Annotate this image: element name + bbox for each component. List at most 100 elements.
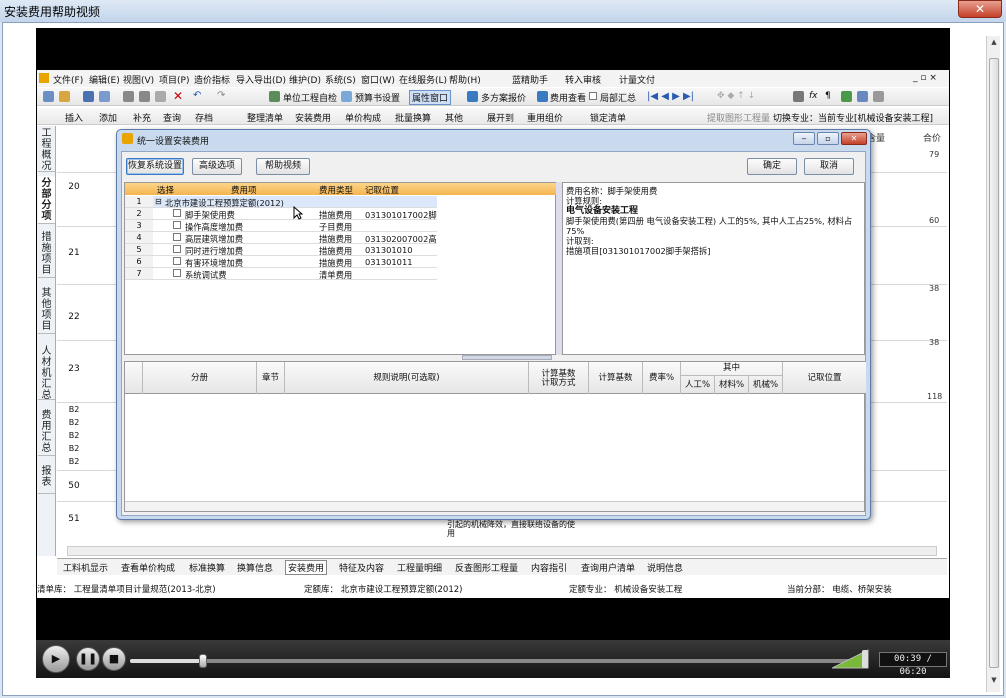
pause-icon[interactable]: ❚❚ [76, 647, 100, 671]
seek-handle[interactable] [199, 654, 207, 668]
side-tab-sections[interactable]: 分部分项 [38, 176, 55, 224]
open-icon[interactable] [59, 91, 70, 102]
tree-row[interactable]: 2 脚手架使用费 措施费用 031301017002脚 [125, 208, 437, 220]
rule-grid-hscrollbar[interactable] [125, 501, 864, 511]
query-button[interactable]: 查询 [163, 111, 181, 124]
row-checkbox[interactable] [173, 209, 181, 217]
tree-row[interactable]: 5 同时进行增加费 措施费用 031301010 [125, 244, 437, 256]
tab-notes[interactable]: 说明信息 [647, 561, 683, 574]
menu-help[interactable]: 帮助(H) [449, 73, 481, 86]
row-checkbox[interactable] [173, 233, 181, 241]
play-icon[interactable]: ▶ [42, 645, 70, 673]
ok-button[interactable]: 确定 [747, 158, 797, 175]
menu-window[interactable]: 窗口(W) [361, 73, 395, 86]
batch-convert-button[interactable]: 批量换算 [395, 111, 431, 124]
side-tab-reports[interactable]: 报表 [38, 464, 55, 494]
menu-view[interactable]: 视图(V) [123, 73, 154, 86]
color-icon[interactable] [841, 91, 852, 102]
tab-content-guide[interactable]: 内容指引 [531, 561, 567, 574]
tree-row[interactable]: 3 操作高度增加费 子目费用 [125, 220, 437, 232]
cancel-button[interactable]: 取消 [804, 158, 854, 175]
grid-hscrollbar[interactable] [67, 546, 937, 556]
side-tab-other-items[interactable]: 其他项目 [38, 286, 55, 334]
add-button[interactable]: 添加 [99, 111, 117, 124]
menu-measure[interactable]: 计量文付 [619, 73, 655, 86]
tree-row[interactable]: 1 ⊟ 北京市建设工程预算定额(2012) [125, 196, 437, 208]
copy-icon[interactable] [139, 91, 150, 102]
scroll-down-icon[interactable]: ▼ [989, 676, 999, 688]
cut-icon[interactable] [123, 91, 134, 102]
function-icon[interactable]: fx [809, 91, 818, 101]
organize-list-button[interactable]: 整理清单 [247, 111, 283, 124]
partial-summary-checkbox[interactable] [589, 92, 597, 100]
tab-quantity-detail[interactable]: 工程量明细 [397, 561, 442, 574]
menu-maintain[interactable]: 维护(D) [289, 73, 321, 86]
side-tab-material-summary[interactable]: 人材机汇总 [38, 344, 55, 401]
unit-self-check-button[interactable]: 单位工程自检 [283, 91, 337, 104]
menu-project[interactable]: 项目(P) [159, 73, 189, 86]
row-checkbox[interactable] [173, 221, 181, 229]
switch-specialty-label[interactable]: 切换专业：当前专业[机械设备安装工程] [773, 111, 933, 124]
grid-icon[interactable] [873, 91, 884, 102]
mdi-window-controls[interactable]: _ ▫ × [913, 73, 937, 83]
move-arrows-icon[interactable]: ✥ ◆ ↑ ↓ [717, 91, 755, 101]
advanced-options-button[interactable]: 高级选项 [192, 158, 242, 175]
report-icon[interactable] [857, 91, 868, 102]
seek-bar[interactable] [130, 654, 860, 668]
menu-file[interactable]: 文件(F) [53, 73, 83, 86]
extract-quantity-button[interactable]: 提取图形工程量 [707, 111, 770, 124]
delete-icon[interactable]: ✕ [173, 90, 184, 102]
nav-arrows-icon[interactable]: |◀ ◀ ▶ ▶| [647, 91, 694, 102]
splitter-horizontal[interactable] [462, 355, 552, 360]
row-checkbox[interactable] [173, 257, 181, 265]
archive-button[interactable]: 存档 [195, 111, 213, 124]
tree-row[interactable]: 7 系统调试费 清单费用 [125, 268, 437, 280]
save-icon[interactable] [83, 91, 94, 102]
price-composition-button[interactable]: 单价构成 [345, 111, 381, 124]
tab-unit-price[interactable]: 查看单价构成 [121, 561, 175, 574]
menu-edit[interactable]: 编辑(E) [89, 73, 120, 86]
new-icon[interactable] [43, 91, 54, 102]
row-checkbox[interactable] [173, 269, 181, 277]
tab-convert-info[interactable]: 换算信息 [237, 561, 273, 574]
restore-defaults-button[interactable]: 恢复系统设置 [126, 158, 184, 175]
menu-import-export[interactable]: 导入导出(D) [236, 73, 286, 86]
budget-settings-button[interactable]: 预算书设置 [355, 91, 400, 104]
insert-button[interactable]: 插入 [65, 111, 83, 124]
page-scrollbar[interactable]: ▲ ▼ [986, 36, 1000, 692]
install-fee-button[interactable]: 安装费用 [295, 111, 331, 124]
redo-icon[interactable]: ↷ [217, 91, 228, 102]
minimize-icon[interactable]: ‒ [793, 132, 815, 145]
tab-user-list[interactable]: 查询用户清单 [581, 561, 635, 574]
dialog-close-icon[interactable]: ✕ [841, 132, 867, 145]
tab-standard-convert[interactable]: 标准换算 [189, 561, 225, 574]
row-checkbox[interactable] [173, 245, 181, 253]
side-tab-project-overview[interactable]: 工程概况 [38, 126, 55, 172]
other-button[interactable]: 其他 [445, 111, 463, 124]
scroll-thumb[interactable] [989, 58, 999, 668]
menu-online[interactable]: 在线服务(L) [399, 73, 447, 86]
tab-material-display[interactable]: 工料机显示 [63, 561, 108, 574]
menu-assistant[interactable]: 蓝精助手 [512, 73, 548, 86]
property-window-button[interactable]: 属性窗口 [409, 90, 452, 105]
paragraph-icon[interactable]: ¶ [825, 91, 831, 101]
menu-cost-index[interactable]: 造价指标 [194, 73, 230, 86]
close-button[interactable]: ✕ [958, 0, 1002, 18]
side-tab-fee-summary[interactable]: 费用汇总 [38, 408, 55, 456]
menu-audit[interactable]: 转入审核 [565, 73, 601, 86]
supplement-button[interactable]: 补充 [133, 111, 151, 124]
help-video-button[interactable]: 帮助视频 [256, 158, 310, 175]
tree-row[interactable]: 6 有害环境增加费 措施费用 031301011 [125, 256, 437, 268]
calculator-icon[interactable] [793, 91, 804, 102]
folder-icon[interactable] [99, 91, 110, 102]
scroll-up-icon[interactable]: ▲ [989, 38, 999, 50]
menu-system[interactable]: 系统(S) [325, 73, 356, 86]
tab-reverse-quantity[interactable]: 反查图形工程量 [455, 561, 518, 574]
tree-row[interactable]: 4 高层建筑增加费 措施费用 031302007002高 [125, 232, 437, 244]
reuse-price-button[interactable]: 重用组价 [527, 111, 563, 124]
multi-plan-quote-button[interactable]: 多方案报价 [481, 91, 526, 104]
stop-icon[interactable]: ■ [102, 647, 126, 671]
fee-view-button[interactable]: 费用查看 [550, 91, 586, 104]
lock-list-button[interactable]: 锁定清单 [590, 111, 626, 124]
paste-icon[interactable] [155, 91, 166, 102]
